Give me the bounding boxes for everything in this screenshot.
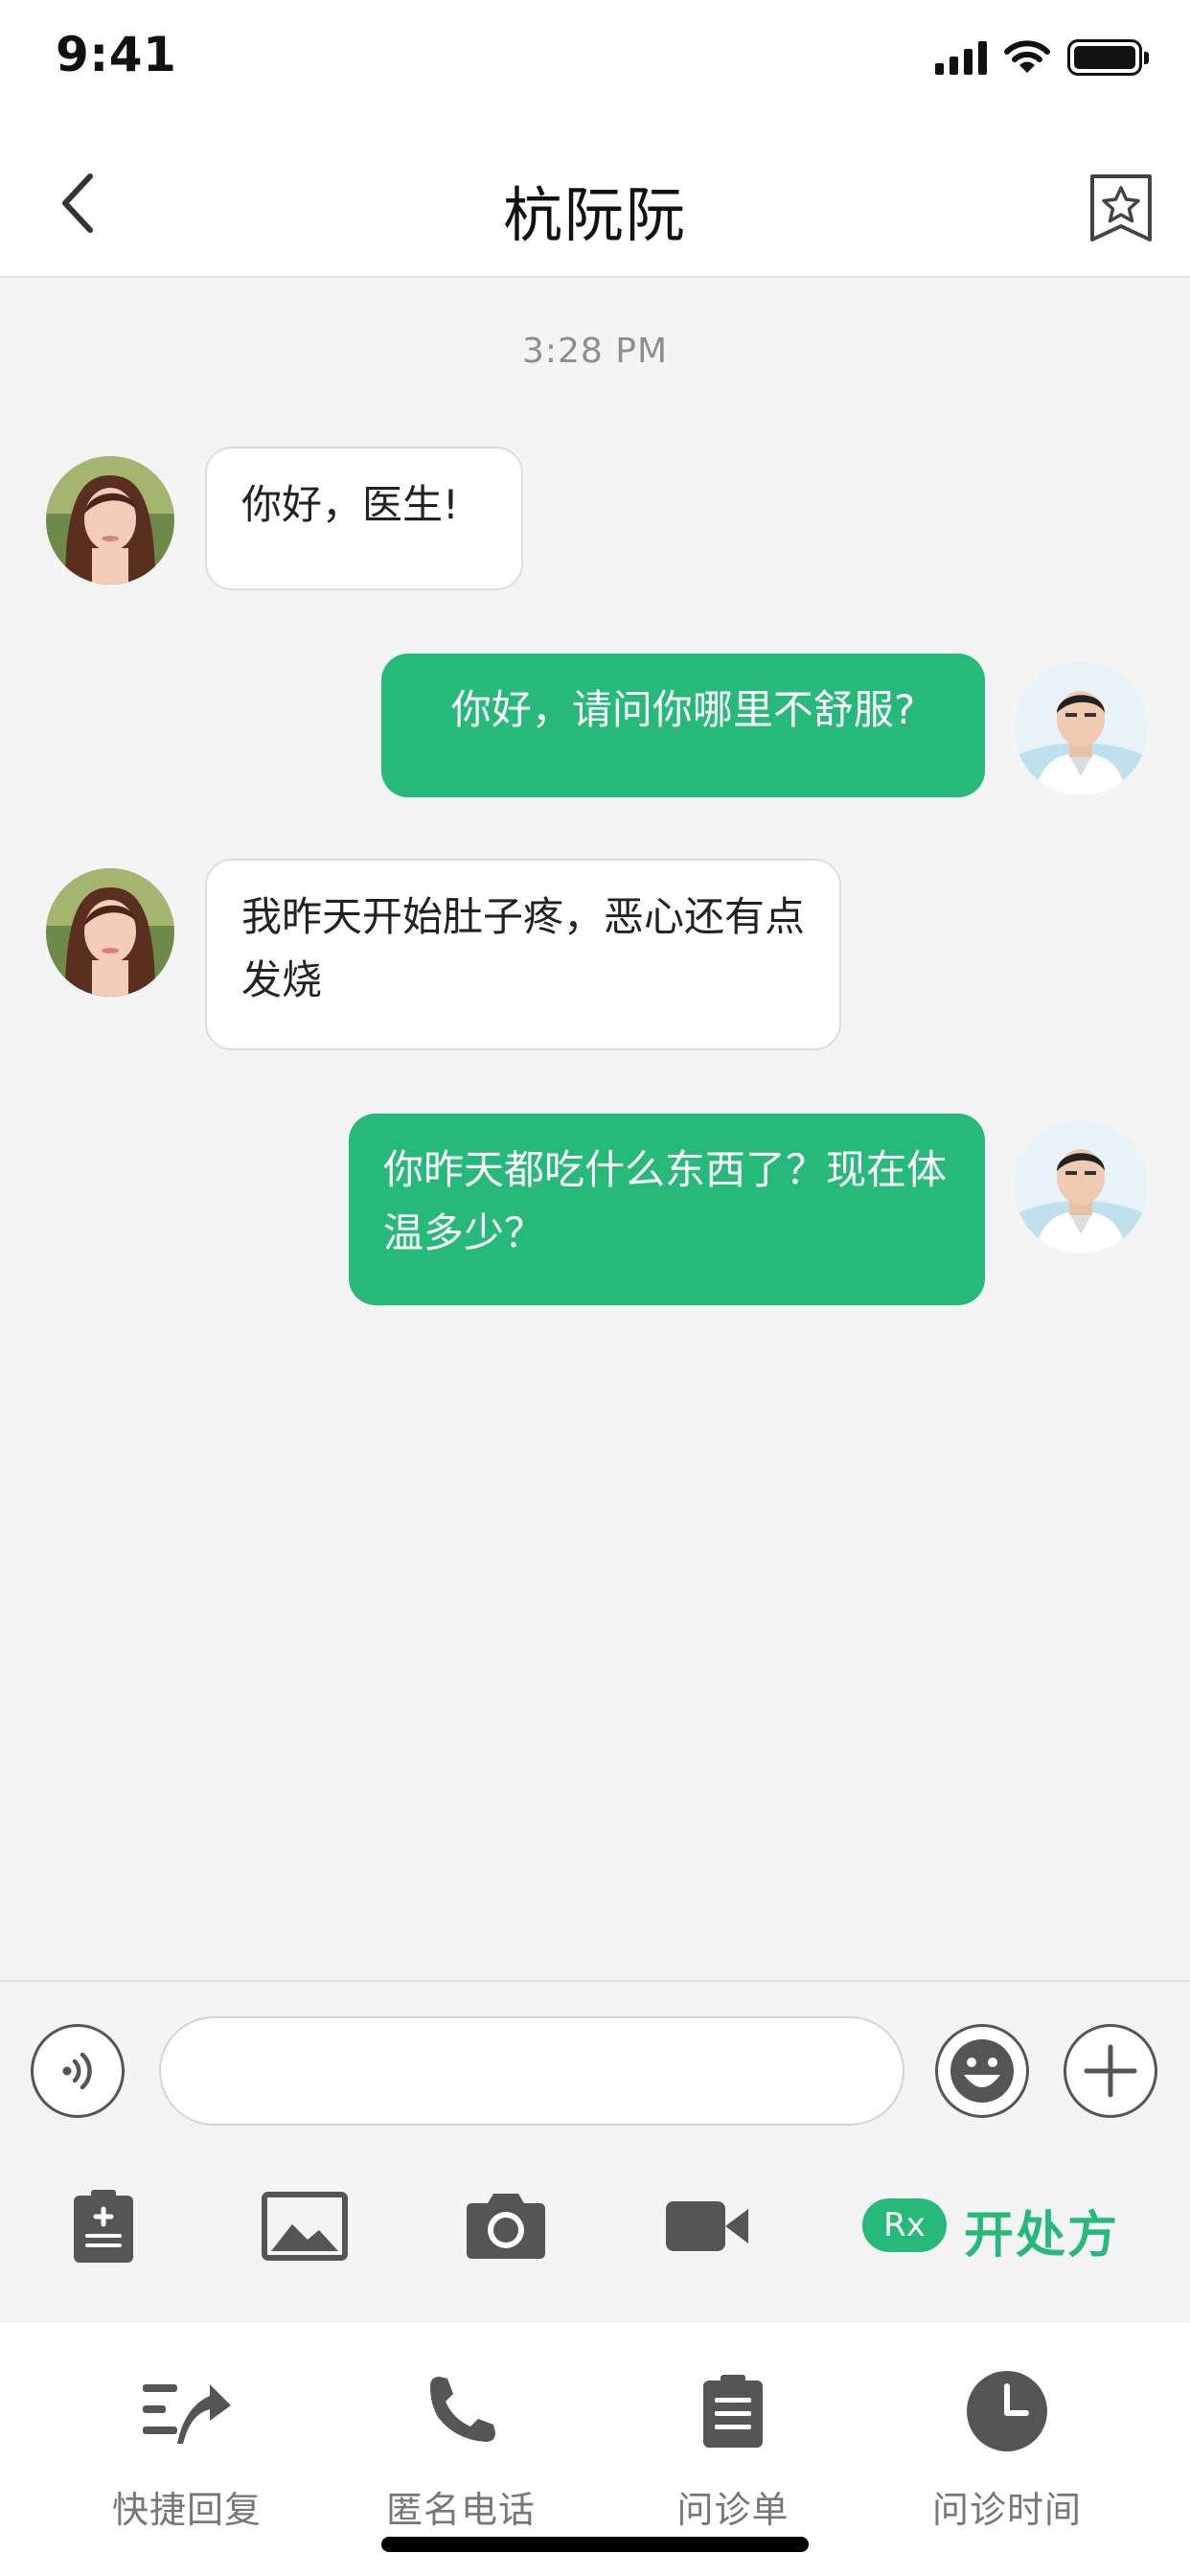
message-text: 你好，请问你哪里不舒服? (450, 686, 916, 733)
wifi-icon (1004, 40, 1050, 73)
phone-icon (430, 2377, 495, 2442)
bottom-nav-label: 快捷回复 (111, 2489, 262, 2531)
bottom-nav-label: 匿名电话 (385, 2489, 536, 2531)
voice-icon (62, 2052, 92, 2090)
input-section: Rx 开处方 (0, 1980, 1190, 2323)
home-indicator[interactable] (381, 2537, 809, 2552)
patient-avatar[interactable] (46, 456, 174, 585)
message-bubble-incoming[interactable]: 我昨天开始肚子疼，恶心还有点发烧 (205, 859, 841, 1050)
photo-button[interactable] (259, 2183, 351, 2269)
plus-icon (1084, 2044, 1137, 2098)
message-timestamp: 3:28 PM (521, 332, 669, 371)
message-bubble-outgoing[interactable]: 你昨天都吃什么东西了？现在体温多少？ (349, 1114, 985, 1305)
nav-bar: 杭阮阮 (0, 125, 1190, 278)
prescribe-button[interactable]: 开处方 (964, 2195, 1119, 2266)
chat-area[interactable]: 3:28 PM 你好，医生! 你好，请问你哪里不舒服? 我昨天开始肚子疼，恶心还… (0, 278, 1190, 1980)
bottom-nav-label: 问诊时间 (931, 2489, 1082, 2531)
emoji-icon (950, 2039, 1014, 2103)
clipboard-icon (703, 2375, 763, 2448)
medical-record-button[interactable] (65, 2183, 142, 2269)
video-icon (666, 2201, 748, 2251)
cellular-signal-icon (935, 40, 987, 75)
consultation-form-button[interactable]: 问诊单 (623, 2363, 843, 2545)
quick-reply-button[interactable]: 快捷回复 (77, 2363, 297, 2545)
anonymous-call-button[interactable]: 匿名电话 (351, 2363, 571, 2545)
camera-button[interactable] (460, 2183, 552, 2269)
message-input[interactable] (159, 2016, 904, 2126)
image-icon (262, 2192, 348, 2261)
clipboard-plus-icon (74, 2190, 133, 2263)
status-icons (935, 36, 1149, 79)
message-text: 我昨天开始肚子疼，恶心还有点发烧 (241, 893, 806, 1003)
quick-reply-icon (143, 2384, 231, 2444)
status-time: 9:41 (56, 27, 177, 82)
consultation-time-button[interactable]: 问诊时间 (897, 2363, 1117, 2545)
status-bar: 9:41 (0, 0, 1190, 125)
video-call-button[interactable] (661, 2183, 753, 2269)
clock-icon (967, 2371, 1047, 2451)
bottom-nav-label: 问诊单 (676, 2489, 790, 2531)
voice-button[interactable] (31, 2024, 125, 2118)
message-bubble-outgoing[interactable]: 你好，请问你哪里不舒服? (381, 654, 985, 797)
doctor-avatar[interactable] (1014, 661, 1148, 795)
message-text: 你好，医生! (241, 481, 459, 528)
page-title: 杭阮阮 (502, 180, 687, 250)
star-bookmark-icon (1090, 174, 1152, 242)
more-button[interactable] (1064, 2024, 1157, 2118)
message-bubble-incoming[interactable]: 你好，医生! (205, 447, 523, 590)
battery-icon (1067, 39, 1149, 76)
prescription-badge[interactable]: Rx (862, 2198, 947, 2252)
doctor-avatar[interactable] (1014, 1119, 1148, 1254)
patient-avatar[interactable] (46, 868, 174, 997)
message-text: 你昨天都吃什么东西了？现在体温多少？ (383, 1146, 948, 1256)
emoji-button[interactable] (935, 2024, 1029, 2118)
favorite-button[interactable] (1088, 172, 1154, 243)
camera-icon (467, 2194, 545, 2259)
